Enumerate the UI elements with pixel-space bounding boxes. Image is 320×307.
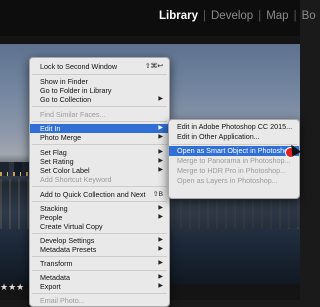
menu-item-set-flag[interactable]: Set Flag ▶: [30, 148, 169, 157]
menu-item-find-similar-faces: Find Similar Faces...: [30, 110, 169, 119]
menu-item-stacking[interactable]: Stacking ▶: [30, 204, 169, 213]
module-nav: Library | Develop | Map | Bo: [156, 10, 319, 22]
menu-item-label: Set Flag: [40, 148, 67, 157]
module-library[interactable]: Library: [156, 10, 201, 22]
menu-item-label: Add to Quick Collection and Next: [40, 190, 146, 199]
menu-item-label: Metadata Presets: [40, 245, 97, 254]
module-book[interactable]: Bo: [299, 10, 319, 22]
menu-item-label: Edit In: [40, 124, 61, 133]
menu-item-show-in-finder[interactable]: Show in Finder: [30, 77, 169, 86]
submenu-item-merge-to-panorama: Merge to Panorama in Photoshop...: [169, 156, 299, 166]
menu-item-label: People: [40, 213, 63, 222]
menu-item-shortcut: ⇧⌘↩: [144, 63, 163, 70]
menu-item-go-to-folder[interactable]: Go to Folder in Library: [30, 86, 169, 95]
menu-divider: [32, 144, 167, 145]
menu-divider: [32, 293, 167, 294]
menu-divider: [32, 74, 167, 75]
menu-item-label: Show in Finder: [40, 77, 88, 86]
submenu-arrow-icon: ▶: [158, 125, 163, 131]
menu-item-lock-to-second-window[interactable]: Lock to Second Window ⇧⌘↩: [30, 62, 169, 71]
submenu-item-edit-in-other-app[interactable]: Edit in Other Application...: [169, 132, 299, 142]
menu-item-metadata[interactable]: Metadata ▶: [30, 273, 169, 282]
submenu-arrow-icon: ▶: [158, 134, 163, 140]
submenu-arrow-icon: ▶: [158, 283, 163, 289]
submenu-arrow-icon: ▶: [158, 246, 163, 252]
menu-item-set-color-label[interactable]: Set Color Label ▶: [30, 166, 169, 175]
menu-item-shortcut: ⇧B: [152, 191, 163, 198]
submenu-arrow-icon: ▶: [158, 158, 163, 164]
menu-item-transform[interactable]: Transform ▶: [30, 259, 169, 268]
module-separator: |: [203, 10, 206, 22]
menu-item-label: Transform: [40, 259, 73, 268]
menu-item-add-to-quick-collection[interactable]: Add to Quick Collection and Next ⇧B: [30, 190, 169, 199]
submenu-item-edit-in-photoshop[interactable]: Edit in Adobe Photoshop CC 2015...: [169, 122, 299, 132]
submenu-arrow-icon: ▶: [158, 205, 163, 211]
menu-item-metadata-presets[interactable]: Metadata Presets ▶: [30, 245, 169, 254]
submenu-arrow-icon: ▶: [158, 260, 163, 266]
submenu-item-label: Open as Layers in Photoshop...: [177, 176, 278, 185]
menu-item-label: Export: [40, 282, 61, 291]
menu-item-label: Go to Collection: [40, 95, 92, 104]
menu-item-edit-in[interactable]: Edit In ▶: [30, 124, 169, 133]
submenu-arrow-icon: ▶: [158, 96, 163, 102]
menu-item-people[interactable]: People ▶: [30, 213, 169, 222]
module-separator: |: [258, 10, 262, 22]
context-menu: Lock to Second Window ⇧⌘↩ Show in Finder…: [29, 57, 170, 307]
submenu-arrow-icon: ▶: [158, 149, 163, 155]
menu-item-export[interactable]: Export ▶: [30, 282, 169, 291]
module-separator: |: [293, 10, 297, 22]
menu-divider: [32, 233, 167, 234]
menu-item-label: Stacking: [40, 204, 68, 213]
module-bar: Library | Develop | Map | Bo: [0, 0, 316, 36]
menu-divider: [32, 121, 167, 122]
submenu-item-label: Open as Smart Object in Photoshop...: [177, 146, 299, 155]
submenu-arrow-icon: ▶: [158, 214, 163, 220]
module-develop[interactable]: Develop: [208, 10, 256, 22]
submenu-arrow-icon: ▶: [158, 274, 163, 280]
menu-item-label: Set Rating: [40, 157, 74, 166]
menu-item-email-photo: Email Photo...: [30, 296, 169, 305]
menu-divider: [32, 106, 167, 107]
menu-item-label: Metadata: [40, 273, 70, 282]
menu-item-label: Develop Settings: [40, 236, 95, 245]
menu-item-label: Create Virtual Copy: [40, 222, 103, 231]
menu-item-go-to-collection[interactable]: Go to Collection ▶: [30, 95, 169, 104]
submenu-item-label: Merge to Panorama in Photoshop...: [177, 156, 291, 165]
menu-item-label: Set Color Label: [40, 166, 90, 175]
menu-item-add-shortcut-keyword: Add Shortcut Keyword: [30, 175, 169, 184]
menu-item-develop-settings[interactable]: Develop Settings ▶: [30, 236, 169, 245]
edit-in-submenu: Edit in Adobe Photoshop CC 2015... Edit …: [168, 119, 300, 199]
menu-divider: [32, 270, 167, 271]
menu-item-label: Photo Merge: [40, 133, 82, 142]
menu-item-label: Go to Folder in Library: [40, 86, 112, 95]
submenu-arrow-icon: ▶: [158, 237, 163, 243]
submenu-arrow-icon: ▶: [158, 167, 163, 173]
menu-item-label: Find Similar Faces...: [40, 110, 106, 119]
menu-item-photo-merge[interactable]: Photo Merge ▶: [30, 133, 169, 142]
submenu-item-label: Edit in Other Application...: [177, 132, 260, 141]
menu-item-set-rating[interactable]: Set Rating ▶: [30, 157, 169, 166]
submenu-item-open-as-smart-object[interactable]: Open as Smart Object in Photoshop...: [169, 146, 299, 156]
menu-item-label: Add Shortcut Keyword: [40, 175, 112, 184]
submenu-item-merge-to-hdr-pro: Merge to HDR Pro in Photoshop...: [169, 166, 299, 176]
menu-item-create-virtual-copy[interactable]: Create Virtual Copy: [30, 222, 169, 231]
menu-divider: [32, 186, 167, 187]
menu-divider: [32, 256, 167, 257]
submenu-item-open-as-layers: Open as Layers in Photoshop...: [169, 176, 299, 186]
menu-divider: [32, 201, 167, 202]
star-rating[interactable]: ★★★: [0, 282, 24, 293]
submenu-item-label: Merge to HDR Pro in Photoshop...: [177, 166, 287, 175]
menu-item-label: Email Photo...: [40, 296, 85, 305]
submenu-divider: [171, 144, 297, 145]
submenu-item-label: Edit in Adobe Photoshop CC 2015...: [177, 122, 293, 131]
module-map[interactable]: Map: [263, 10, 291, 22]
menu-item-label: Lock to Second Window: [40, 62, 118, 71]
